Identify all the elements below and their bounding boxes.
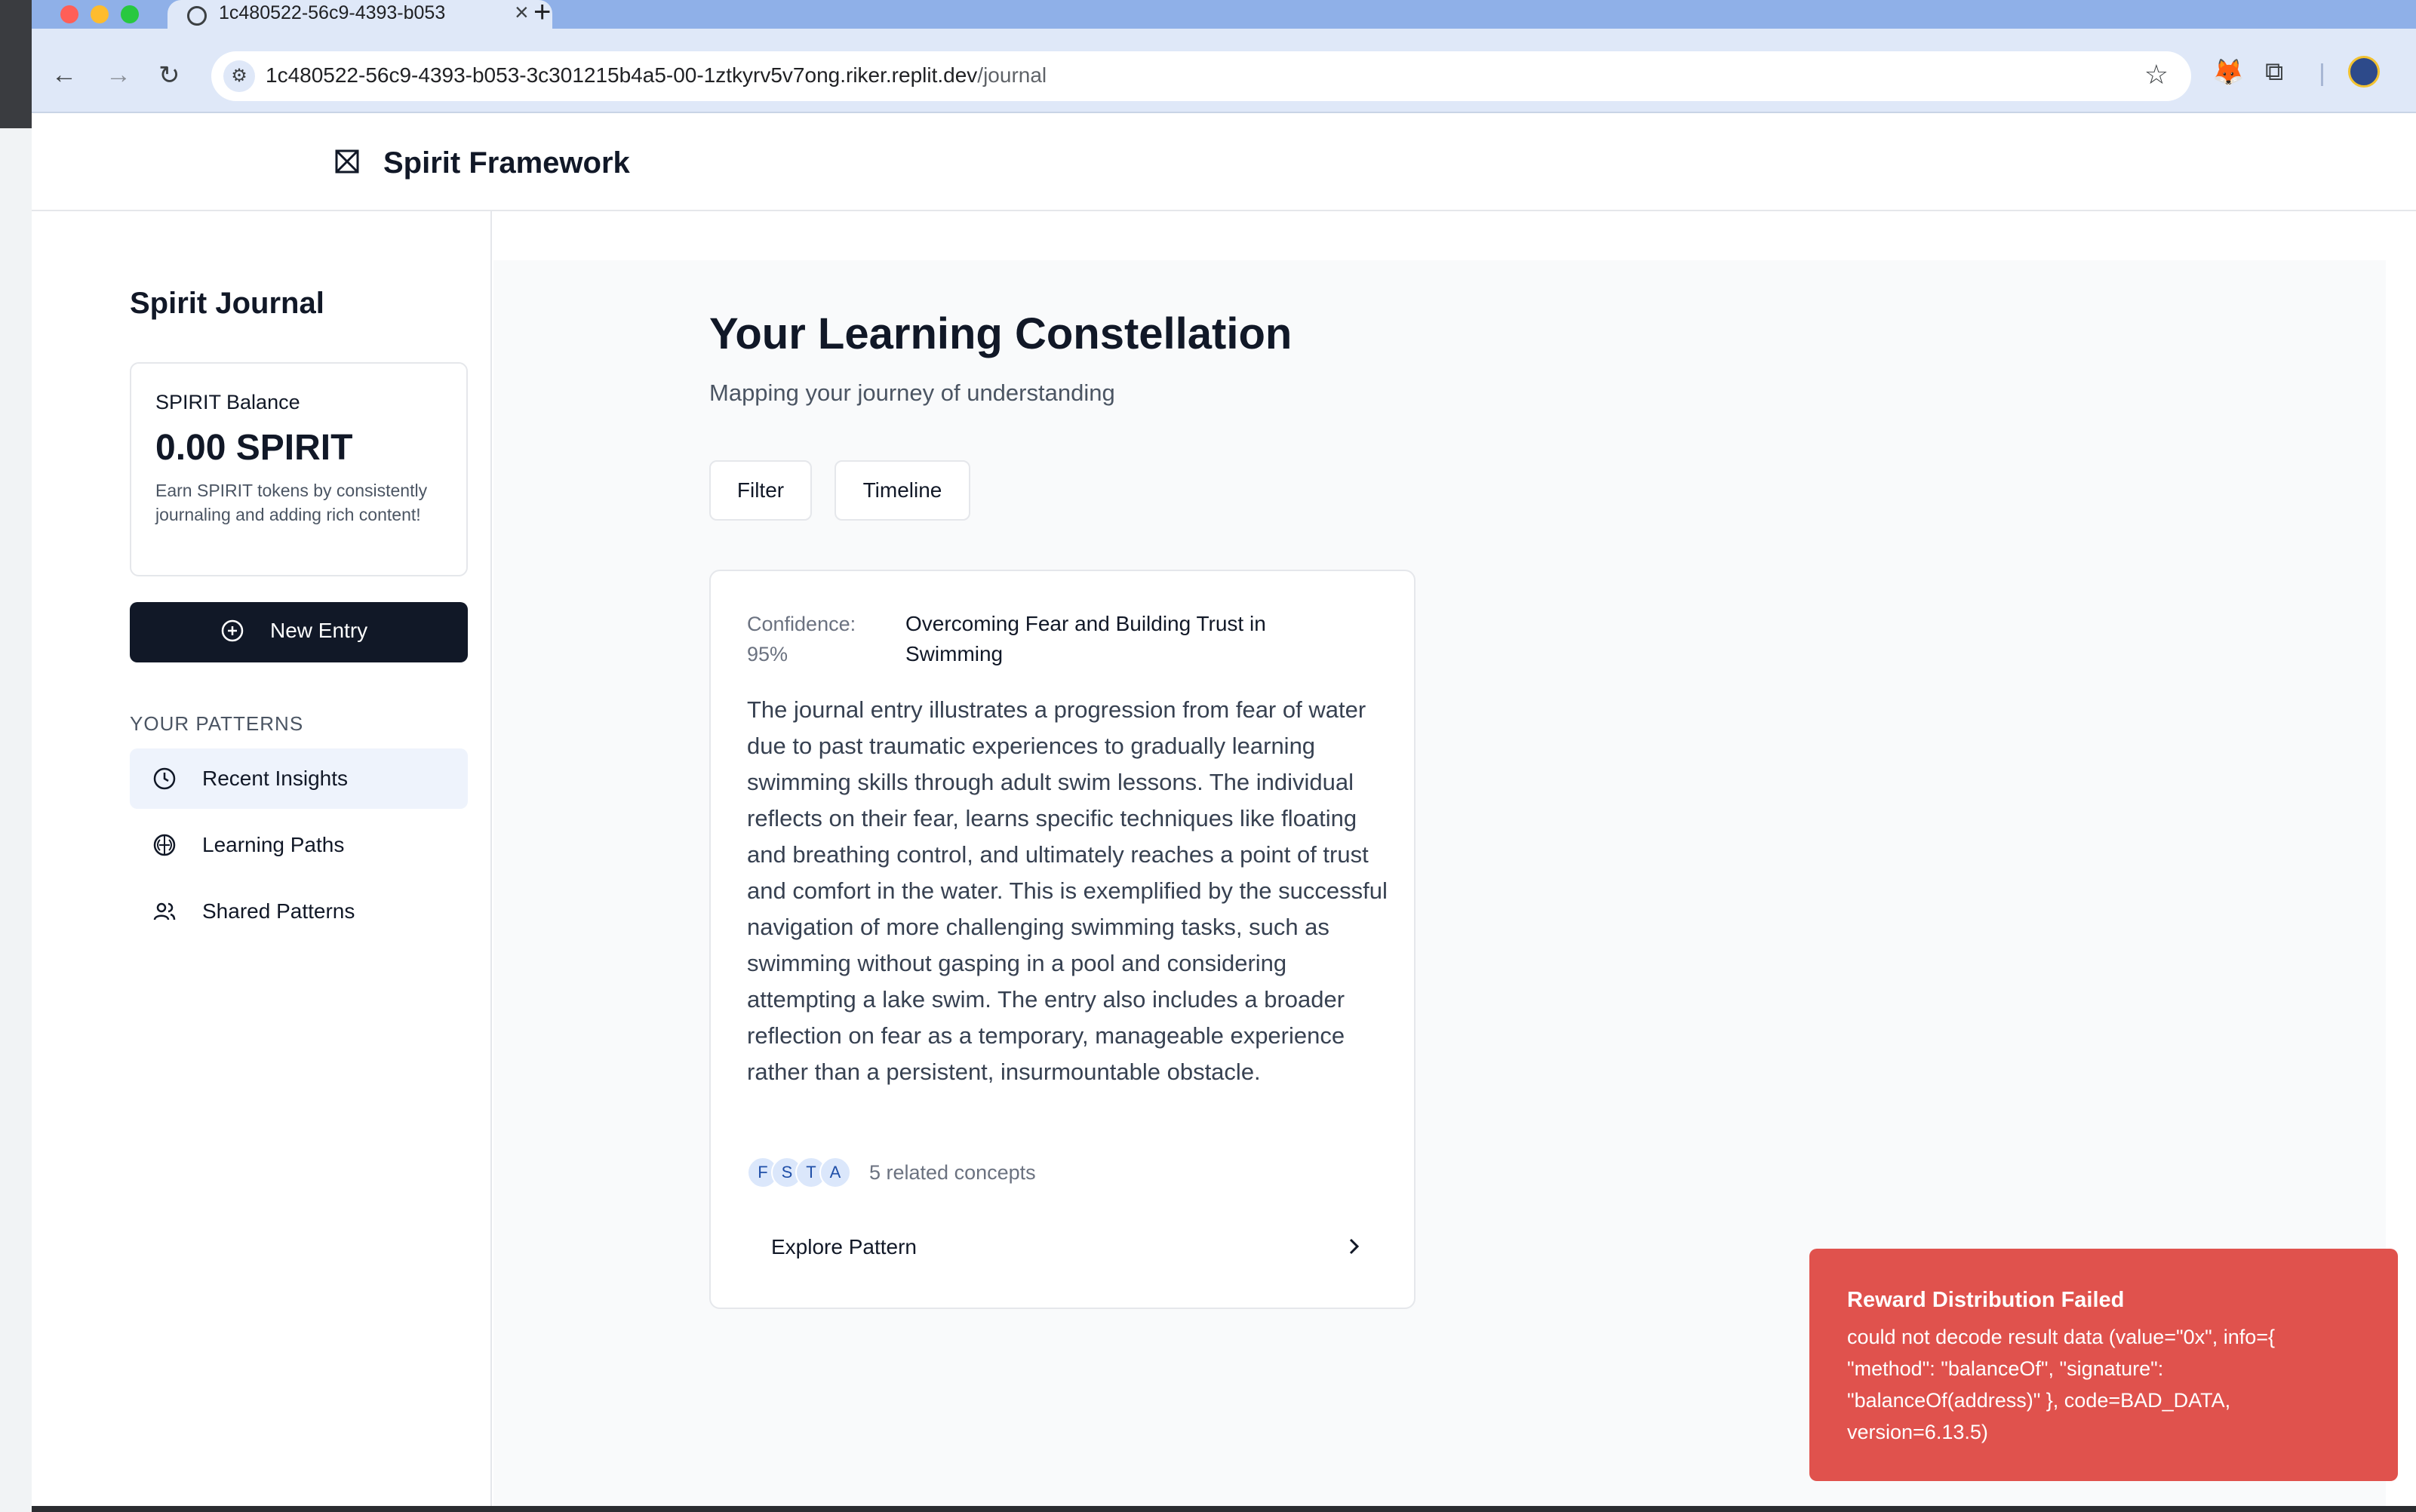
browser-toolbar: ← → ↻ ⚙ 1c480522-56c9-4393-b053-3c301215… (32, 29, 2416, 113)
forward-arrow-icon[interactable]: → (106, 60, 131, 90)
timeline-button[interactable]: Timeline (835, 460, 970, 521)
back-arrow-icon[interactable]: ← (51, 60, 77, 90)
plus-circle-icon (221, 619, 244, 642)
sidebar-item-label: Shared Patterns (202, 899, 355, 923)
sidebar: Spirit Journal SPIRIT Balance 0.00 SPIRI… (32, 211, 492, 1506)
filter-button[interactable]: Filter (709, 460, 812, 521)
page-title: Your Learning Constellation (709, 309, 1293, 358)
sidebar-item-label: Recent Insights (202, 767, 348, 790)
sidebar-item-learning-paths[interactable]: Learning Paths (130, 815, 468, 875)
balance-description: Earn SPIRIT tokens by consistently journ… (155, 481, 428, 524)
minimize-window-button[interactable] (91, 5, 109, 23)
page-subtitle: Mapping your journey of understanding (709, 380, 1115, 406)
globe-icon (187, 6, 207, 26)
balance-value: 0.00 SPIRIT (155, 428, 353, 468)
patterns-heading: YOUR PATTERNS (130, 712, 304, 735)
sidebar-item-recent-insights[interactable]: Recent Insights (130, 748, 468, 809)
new-tab-button[interactable]: + (533, 0, 551, 29)
clock-icon (153, 767, 176, 790)
users-icon (153, 902, 176, 920)
background-window-edge (0, 0, 32, 1512)
new-entry-label: New Entry (270, 619, 368, 642)
error-toast[interactable]: Reward Distribution Failed could not dec… (1809, 1249, 2398, 1481)
window-bottom-edge (32, 1506, 2416, 1512)
related-concepts-count: 5 related concepts (869, 1161, 1036, 1184)
sidebar-item-label: Learning Paths (202, 833, 345, 856)
maximize-window-button[interactable] (121, 5, 139, 23)
balance-label: SPIRIT Balance (155, 391, 300, 413)
new-entry-button[interactable]: New Entry (130, 602, 468, 662)
url-path: /journal (977, 63, 1047, 87)
toolbar-divider (2321, 63, 2323, 86)
close-tab-icon[interactable]: × (515, 0, 529, 26)
balance-card: SPIRIT Balance 0.00 SPIRIT Earn SPIRIT t… (130, 362, 468, 576)
url-text[interactable]: 1c480522-56c9-4393-b053-3c301215b4a5-00-… (266, 63, 1047, 88)
profile-avatar[interactable] (2348, 56, 2380, 88)
explore-pattern-button[interactable]: Explore Pattern (747, 1219, 1381, 1277)
toast-message: could not decode result data (value="0x"… (1847, 1326, 2276, 1443)
close-window-button[interactable] (60, 5, 78, 23)
concept-avatar: A (819, 1157, 851, 1188)
constellation-logo-icon (335, 149, 359, 174)
address-bar[interactable]: ⚙ 1c480522-56c9-4393-b053-3c301215b4a5-0… (211, 51, 2191, 101)
tab-strip: 1c480522-56c9-4393-b053 × + (32, 0, 2416, 44)
app-header: Spirit Framework (32, 113, 2416, 211)
reload-icon[interactable]: ↻ (158, 60, 180, 91)
sidebar-item-shared-patterns[interactable]: Shared Patterns (130, 881, 468, 942)
tab-title: 1c480522-56c9-4393-b053 (219, 2, 446, 23)
metamask-fox-icon[interactable]: 🦊 (2212, 57, 2244, 88)
extensions-puzzle-icon[interactable]: ⧉ (2265, 57, 2283, 87)
brain-icon (153, 834, 176, 856)
confidence-score: Confidence: 95% (747, 613, 856, 665)
pattern-card: Confidence: 95% Overcoming Fear and Buil… (709, 570, 1415, 1309)
bookmark-star-icon[interactable]: ☆ (2144, 59, 2169, 91)
chevron-right-icon (1349, 1238, 1360, 1255)
url-host: 1c480522-56c9-4393-b053-3c301215b4a5-00-… (266, 63, 978, 87)
brand-name[interactable]: Spirit Framework (383, 146, 630, 180)
explore-pattern-label: Explore Pattern (771, 1235, 917, 1258)
pattern-title: Overcoming Fear and Building Trust in Sw… (905, 612, 1266, 665)
toast-title: Reward Distribution Failed (1847, 1288, 2125, 1312)
site-settings-icon[interactable]: ⚙ (223, 60, 255, 92)
sidebar-title: Spirit Journal (130, 287, 324, 320)
pattern-summary: The journal entry illustrates a progress… (747, 696, 1388, 1085)
